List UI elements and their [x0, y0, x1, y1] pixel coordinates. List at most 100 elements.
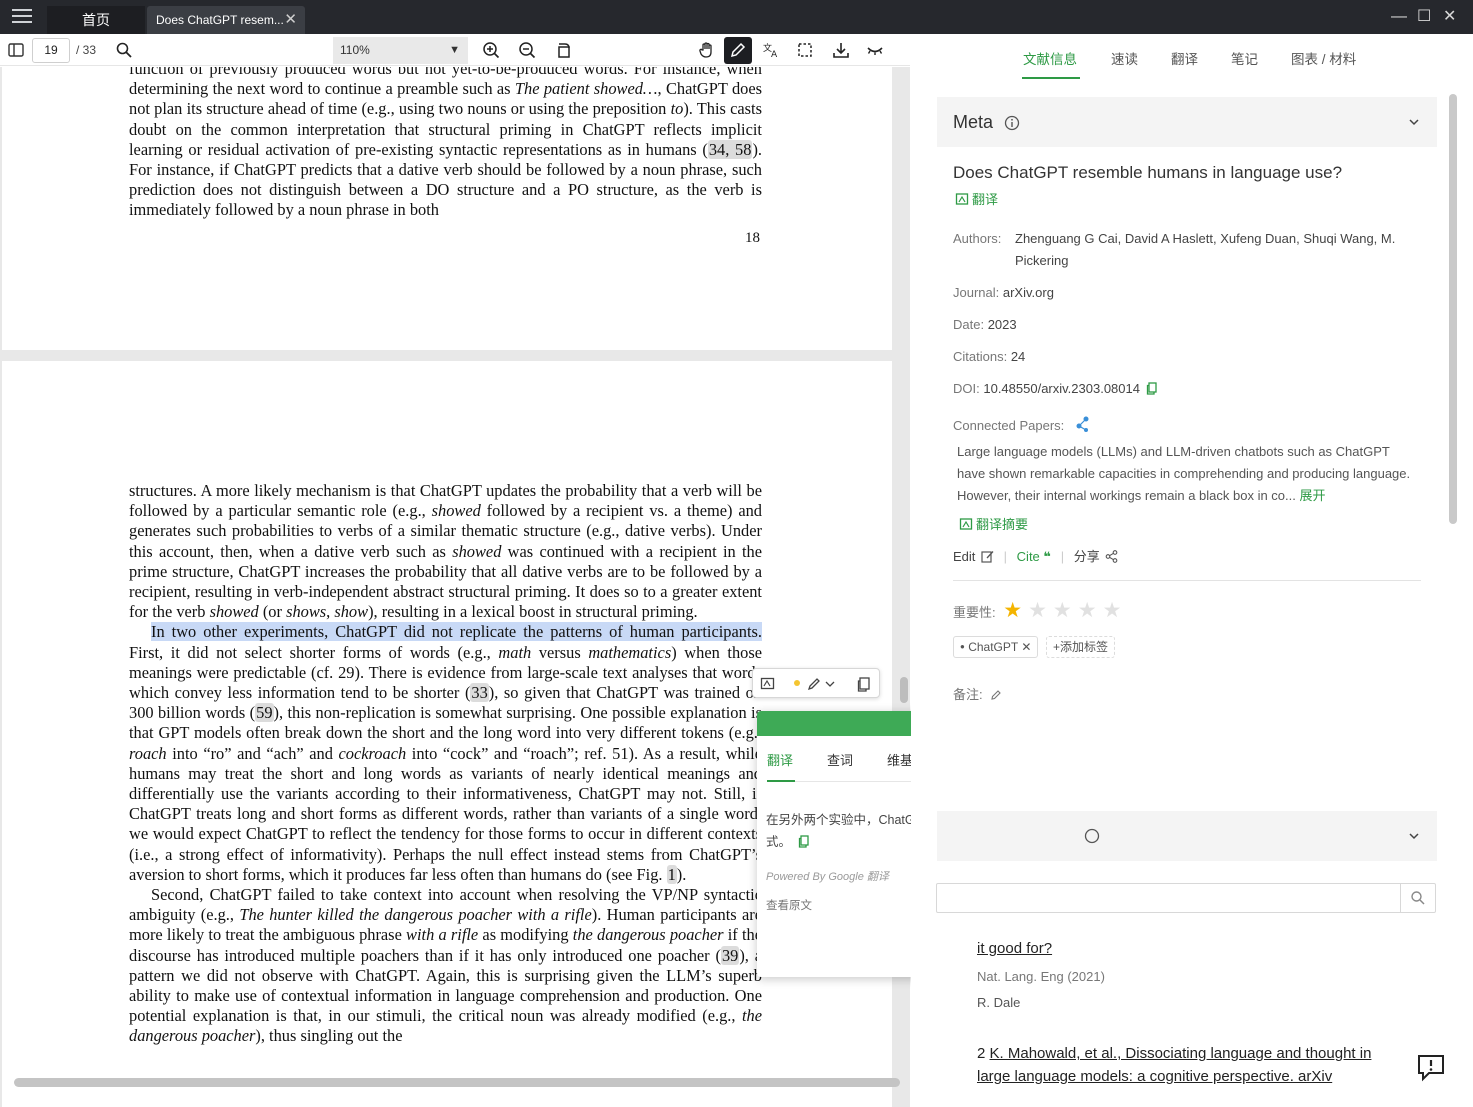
chevron-down-icon[interactable]	[1408, 116, 1420, 128]
highlight-pen-icon[interactable]	[806, 676, 822, 692]
meta-section-header[interactable]: Meta	[937, 97, 1437, 147]
info-icon[interactable]	[1084, 828, 1100, 844]
zoom-in-icon[interactable]	[482, 41, 500, 59]
text-run: ), thus singling out the	[255, 1026, 403, 1046]
citation-link[interactable]: 1	[666, 864, 677, 884]
menu-icon[interactable]	[12, 9, 32, 25]
tab-close-icon[interactable]: ✕	[284, 6, 297, 34]
search-icon[interactable]	[115, 41, 133, 59]
tab-document[interactable]: Does ChatGPT resem... ✕	[147, 6, 305, 34]
journal-label: Journal:	[953, 285, 1000, 300]
reference-2-title[interactable]: K. Mahowald, et al., Dissociating langua…	[977, 1045, 1371, 1085]
translate-title-button[interactable]: 翻译	[955, 189, 998, 211]
translate-abstract-button[interactable]: 翻译摘要	[959, 514, 1028, 536]
page-number-input[interactable]: 19	[32, 38, 70, 63]
share-button[interactable]: 分享	[1074, 549, 1119, 564]
tab-translate[interactable]: 翻译	[1171, 48, 1198, 68]
abstract: Large language models (LLMs) and LLM-dri…	[957, 441, 1419, 507]
doi-value[interactable]: 10.48550/arxiv.2303.08014	[983, 381, 1140, 396]
tab-dictionary[interactable]: 查词	[827, 750, 853, 769]
view-original-link[interactable]: 查看原文	[766, 897, 812, 913]
zoom-select[interactable]: 110% ▼	[333, 37, 468, 64]
citation-link[interactable]: 34, 58	[707, 139, 753, 159]
chevron-down-icon[interactable]	[825, 679, 835, 689]
star-icon[interactable]: ★	[1103, 600, 1122, 622]
doi-label: DOI:	[953, 381, 980, 396]
share-icon	[1105, 550, 1118, 563]
reference-2-number: 2	[977, 1045, 986, 1062]
citation-link[interactable]: 59	[255, 703, 274, 723]
reference-2[interactable]: 2 K. Mahowald, et al., Dissociating lang…	[977, 1042, 1397, 1088]
citation-link[interactable]: 39	[720, 945, 740, 965]
connected-papers-icon[interactable]	[1074, 415, 1092, 433]
page-18-paragraph: function of previously produced words bu…	[129, 67, 762, 221]
chevron-down-icon[interactable]	[1408, 830, 1420, 842]
share-label: 分享	[1073, 549, 1100, 564]
text-run: ), resulting in a lexical boost in struc…	[368, 602, 698, 622]
citation-link[interactable]: 33	[470, 683, 489, 703]
page-19-text: structures. A more likely mechanism is t…	[129, 481, 762, 1047]
zoom-out-icon[interactable]	[518, 41, 536, 59]
tag-chip[interactable]: ● ChatGPT ✕	[953, 636, 1039, 658]
horizontal-scrollbar[interactable]	[14, 1078, 900, 1087]
tab-quick-read[interactable]: 速读	[1111, 48, 1138, 68]
maximize-icon[interactable]: ☐	[1417, 8, 1431, 26]
rotate-icon[interactable]	[555, 41, 573, 59]
expand-link[interactable]: 展开	[1300, 488, 1326, 503]
highlight-color-dot[interactable]	[794, 680, 800, 686]
select-area-icon[interactable]	[796, 41, 814, 59]
info-icon[interactable]	[1004, 115, 1020, 131]
tab-figures[interactable]: 图表 / 材料	[1291, 48, 1356, 68]
text-run: shows	[286, 602, 327, 622]
text-run: roach	[129, 743, 167, 763]
copy-icon[interactable]	[856, 676, 872, 692]
text-run: to	[670, 99, 684, 119]
copy-icon[interactable]	[798, 835, 810, 848]
text-run: ).	[676, 864, 687, 884]
reference-1-title[interactable]: it good for?	[977, 938, 1052, 960]
star-icon[interactable]: ★	[1028, 600, 1047, 622]
sidebar-toggle-icon[interactable]	[7, 41, 25, 59]
hand-tool-icon[interactable]	[698, 41, 716, 59]
rating-stars[interactable]: ★ ★ ★ ★ ★	[1003, 600, 1127, 622]
star-icon[interactable]: ★	[1053, 600, 1072, 622]
tab-home[interactable]: 首页	[47, 6, 145, 34]
importance-label: 重要性:	[953, 605, 996, 620]
references-search-input[interactable]	[936, 883, 1436, 913]
translate-icon[interactable]: 文A	[762, 41, 780, 59]
download-icon[interactable]	[832, 41, 850, 59]
tab-translate[interactable]: 翻译	[767, 750, 793, 769]
cite-button[interactable]: Cite ❝	[1017, 549, 1051, 564]
quote-icon: ❝	[1043, 549, 1052, 564]
search-button[interactable]	[1400, 884, 1435, 912]
star-icon[interactable]: ★	[1078, 600, 1097, 622]
feedback-icon[interactable]	[1416, 1052, 1446, 1082]
text-run: show	[334, 602, 369, 622]
edit-icon	[981, 551, 994, 563]
date-label: Date:	[953, 317, 985, 332]
vertical-scrollbar[interactable]	[900, 677, 908, 703]
edit-button[interactable]: Edit	[953, 549, 994, 564]
minimize-icon[interactable]: —	[1391, 8, 1407, 26]
eye-closed-icon[interactable]	[866, 41, 884, 59]
edit-icon[interactable]	[990, 689, 1002, 701]
translate-selection-icon[interactable]	[760, 676, 776, 692]
add-tag-button[interactable]: +添加标签	[1046, 636, 1116, 658]
pen-icon	[730, 42, 746, 58]
copy-icon[interactable]	[1146, 382, 1158, 395]
references-section-header[interactable]	[937, 811, 1437, 861]
tab-paper-info[interactable]: 文献信息	[1023, 48, 1077, 68]
close-window-icon[interactable]: ✕	[1443, 8, 1456, 26]
paper-title: Does ChatGPT resemble humans in language…	[953, 163, 1343, 182]
text-run: into “ro” and “ach” and	[166, 743, 339, 763]
page-total: / 33	[76, 43, 97, 57]
tag-remove-icon[interactable]: ✕	[1021, 640, 1031, 654]
date-field: Date: 2023	[953, 314, 1017, 336]
page-number-label: 18	[745, 230, 760, 246]
annotate-button[interactable]	[724, 37, 752, 64]
star-icon[interactable]: ★	[1003, 600, 1022, 622]
citations-label: Citations:	[953, 349, 1008, 364]
right-panel-scrollbar[interactable]	[1449, 94, 1457, 524]
tab-notes[interactable]: 笔记	[1231, 48, 1258, 68]
powered-by-label: Powered By Google 翻译	[766, 871, 889, 883]
